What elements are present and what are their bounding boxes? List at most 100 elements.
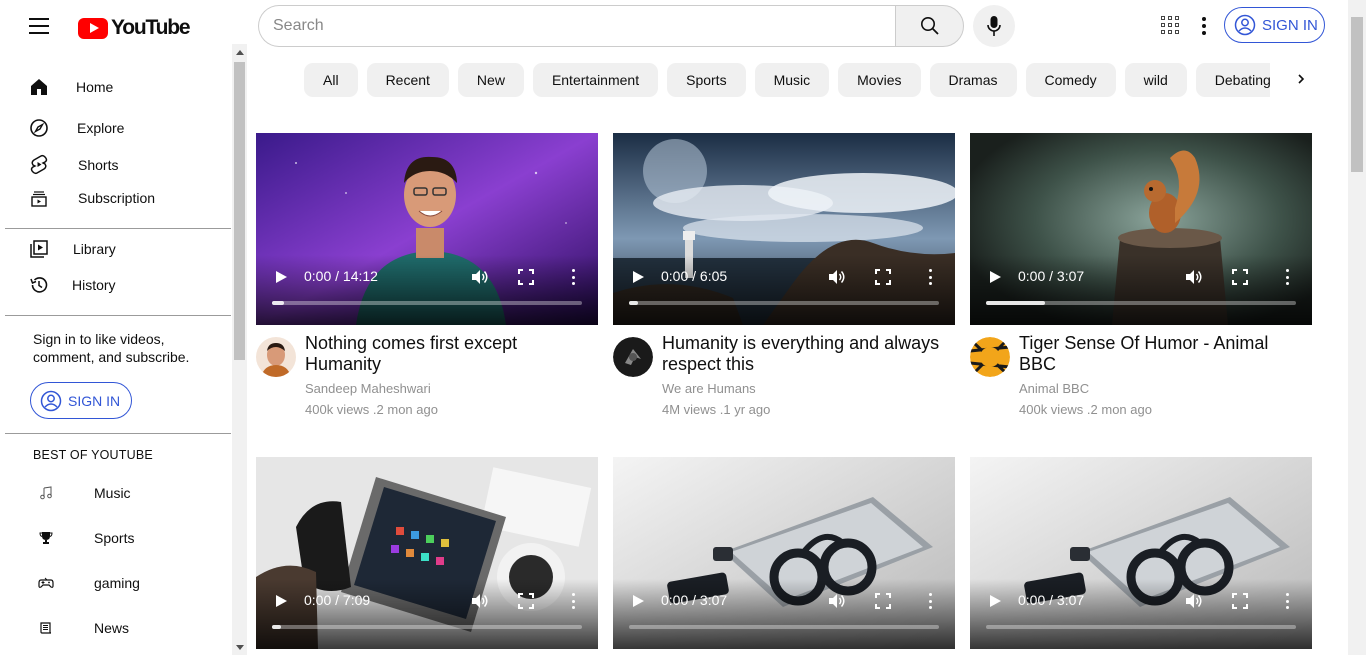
sign-in-label: SIGN IN (68, 392, 121, 409)
channel-name[interactable]: Animal BBC (1019, 381, 1089, 396)
chip-debating[interactable]: Debating (1195, 63, 1270, 97)
search-button[interactable] (895, 5, 964, 47)
video-progress-bar[interactable] (629, 301, 939, 305)
chip-new[interactable]: New (457, 63, 524, 97)
fullscreen-icon[interactable] (1232, 593, 1248, 609)
play-icon[interactable] (990, 271, 1001, 283)
sidebar-item-music[interactable]: Music (0, 475, 232, 511)
fullscreen-icon[interactable] (518, 593, 534, 609)
fullscreen-icon[interactable] (875, 593, 891, 609)
video-player[interactable]: 0:00 / 3:07 (613, 457, 955, 649)
volume-icon[interactable] (470, 268, 488, 286)
video-progress-bar[interactable] (986, 625, 1296, 629)
video-meta: Humanity is everything and always respec… (613, 325, 955, 435)
sidebar-item-shorts[interactable]: Shorts (0, 147, 232, 183)
fullscreen-icon[interactable] (518, 269, 534, 285)
youtube-logo[interactable]: YouTube (78, 16, 191, 40)
chip-scroll-right-chevron-icon[interactable] (1290, 68, 1312, 90)
page-scrollbar[interactable] (1348, 0, 1366, 655)
video-menu-icon[interactable] (1284, 593, 1290, 609)
channel-avatar[interactable] (613, 337, 653, 377)
microphone-icon (987, 16, 1001, 36)
video-progress-bar[interactable] (986, 301, 1296, 305)
video-progress-bar[interactable] (272, 625, 582, 629)
video-player[interactable]: 0:00 / 3:07 (970, 457, 1312, 649)
play-icon[interactable] (990, 595, 1001, 607)
channel-name[interactable]: We are Humans (662, 381, 756, 396)
video-card: 0:00 / 3:07 Tiger Sense Of Humor - Anima… (970, 133, 1312, 435)
video-menu-icon[interactable] (570, 593, 576, 609)
video-player[interactable]: 0:00 / 14:12 (256, 133, 598, 325)
scroll-up-arrow-icon[interactable] (236, 50, 244, 55)
sidebar-scrollbar-thumb[interactable] (234, 62, 245, 360)
search-icon (920, 17, 939, 35)
sidebar-sign-in-button[interactable]: SIGN IN (30, 382, 132, 419)
video-menu-icon[interactable] (927, 269, 933, 285)
video-stats: 4M views .1 yr ago (662, 402, 771, 417)
video-menu-icon[interactable] (570, 269, 576, 285)
history-icon (28, 274, 50, 296)
video-title[interactable]: Nothing comes first except Humanity (305, 333, 595, 375)
chip-comedy[interactable]: Comedy (1025, 63, 1116, 97)
video-meta: Nothing comes first except Humanity Sand… (256, 325, 598, 435)
search-input[interactable] (258, 5, 895, 47)
sidebar-item-news[interactable]: News (0, 610, 232, 646)
sign-in-button[interactable]: SIGN IN (1224, 7, 1325, 43)
fullscreen-icon[interactable] (875, 269, 891, 285)
channel-avatar[interactable] (970, 337, 1010, 377)
video-player[interactable]: 0:00 / 3:07 (970, 133, 1312, 325)
chip-sports[interactable]: Sports (667, 63, 746, 97)
video-player[interactable]: 0:00 / 7:09 (256, 457, 598, 649)
category-chips: All Recent New Entertainment Sports Music Movi… (304, 63, 1270, 97)
video-time: 0:00 / 3:07 (1018, 268, 1085, 284)
video-player[interactable]: 0:00 / 6:05 (613, 133, 955, 325)
channel-name[interactable]: Sandeep Maheshwari (305, 381, 431, 396)
chip-all[interactable]: All (304, 63, 358, 97)
sidebar-item-gaming[interactable]: gaming (0, 565, 232, 601)
play-icon[interactable] (276, 271, 287, 283)
chip-movies[interactable]: Movies (838, 63, 921, 97)
video-title[interactable]: Tiger Sense Of Humor - Animal BBC (1019, 333, 1309, 375)
volume-icon[interactable] (470, 592, 488, 610)
chip-dramas[interactable]: Dramas (929, 63, 1017, 97)
video-controls: 0:00 / 3:07 (613, 579, 955, 649)
sidebar-item-subscription[interactable]: Subscription (0, 180, 232, 216)
sidebar-item-library[interactable]: Library (0, 231, 232, 267)
scroll-down-arrow-icon[interactable] (236, 645, 244, 650)
sidebar-divider (5, 433, 231, 434)
play-icon[interactable] (276, 595, 287, 607)
sidebar-divider (5, 315, 231, 316)
video-menu-icon[interactable] (1284, 269, 1290, 285)
voice-search-button[interactable] (973, 5, 1015, 47)
sidebar-item-label: Music (94, 485, 131, 501)
video-stats: 400k views .2 mon ago (305, 402, 438, 417)
sidebar-item-sports[interactable]: Sports (0, 520, 232, 556)
sidebar-item-history[interactable]: History (0, 267, 232, 303)
video-card: 0:00 / 3:07 (970, 457, 1312, 649)
chip-music[interactable]: Music (754, 63, 830, 97)
page-scrollbar-thumb[interactable] (1351, 17, 1363, 172)
chip-entertainment[interactable]: Entertainment (532, 63, 659, 97)
video-title[interactable]: Humanity is everything and always respec… (662, 333, 952, 375)
volume-icon[interactable] (827, 268, 845, 286)
sidebar-scrollbar[interactable] (232, 44, 247, 655)
video-menu-icon[interactable] (927, 593, 933, 609)
logo-text: YouTube (111, 16, 191, 39)
chip-recent[interactable]: Recent (366, 63, 449, 97)
sidebar-item-home[interactable]: Home (0, 69, 232, 105)
play-icon[interactable] (633, 271, 644, 283)
video-card: 0:00 / 14:12 Nothing comes first except … (256, 133, 598, 435)
volume-icon[interactable] (1184, 592, 1202, 610)
volume-icon[interactable] (827, 592, 845, 610)
apps-grid-icon[interactable] (1160, 15, 1182, 37)
fullscreen-icon[interactable] (1232, 269, 1248, 285)
menu-hamburger-icon[interactable] (29, 18, 49, 34)
video-progress-bar[interactable] (629, 625, 939, 629)
channel-avatar[interactable] (256, 337, 296, 377)
more-options-icon[interactable] (1196, 14, 1212, 38)
chip-wild[interactable]: wild (1124, 63, 1187, 97)
video-progress-bar[interactable] (272, 301, 582, 305)
play-icon[interactable] (633, 595, 644, 607)
sidebar-item-explore[interactable]: Explore (0, 110, 232, 146)
volume-icon[interactable] (1184, 268, 1202, 286)
